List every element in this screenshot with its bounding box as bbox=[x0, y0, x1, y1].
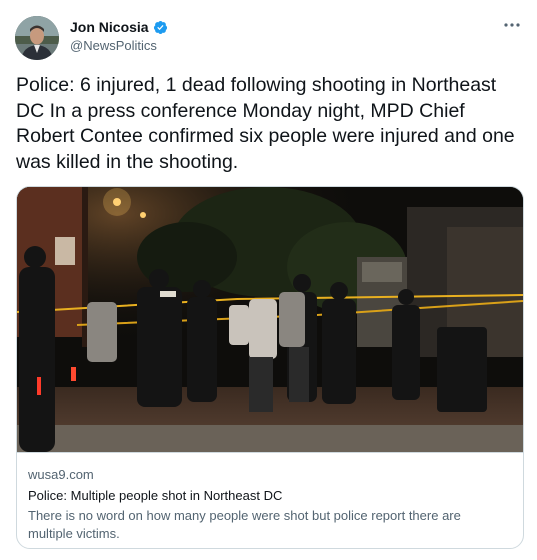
card-description: There is no word on how many people were… bbox=[28, 508, 461, 541]
tweet[interactable]: Jon Nicosia @NewsPolitics Police: 6 inju… bbox=[0, 0, 537, 560]
tweet-text: Police: 6 injured, 1 dead following shoo… bbox=[16, 74, 515, 173]
card-domain: wusa9.com bbox=[28, 467, 94, 482]
card-image[interactable] bbox=[17, 187, 523, 452]
author-name-row[interactable]: Jon Nicosia bbox=[70, 19, 168, 35]
link-preview-card[interactable]: wusa9.com Police: Multiple people shot i… bbox=[16, 186, 524, 549]
verified-badge-icon bbox=[153, 20, 168, 35]
display-name[interactable]: Jon Nicosia bbox=[70, 19, 149, 35]
card-divider bbox=[17, 452, 523, 453]
card-title[interactable]: Police: Multiple people shot in Northeas… bbox=[28, 488, 282, 503]
more-options-icon[interactable] bbox=[503, 18, 521, 32]
user-handle[interactable]: @NewsPolitics bbox=[70, 38, 157, 53]
avatar[interactable] bbox=[15, 16, 59, 60]
avatar-image bbox=[15, 16, 59, 60]
